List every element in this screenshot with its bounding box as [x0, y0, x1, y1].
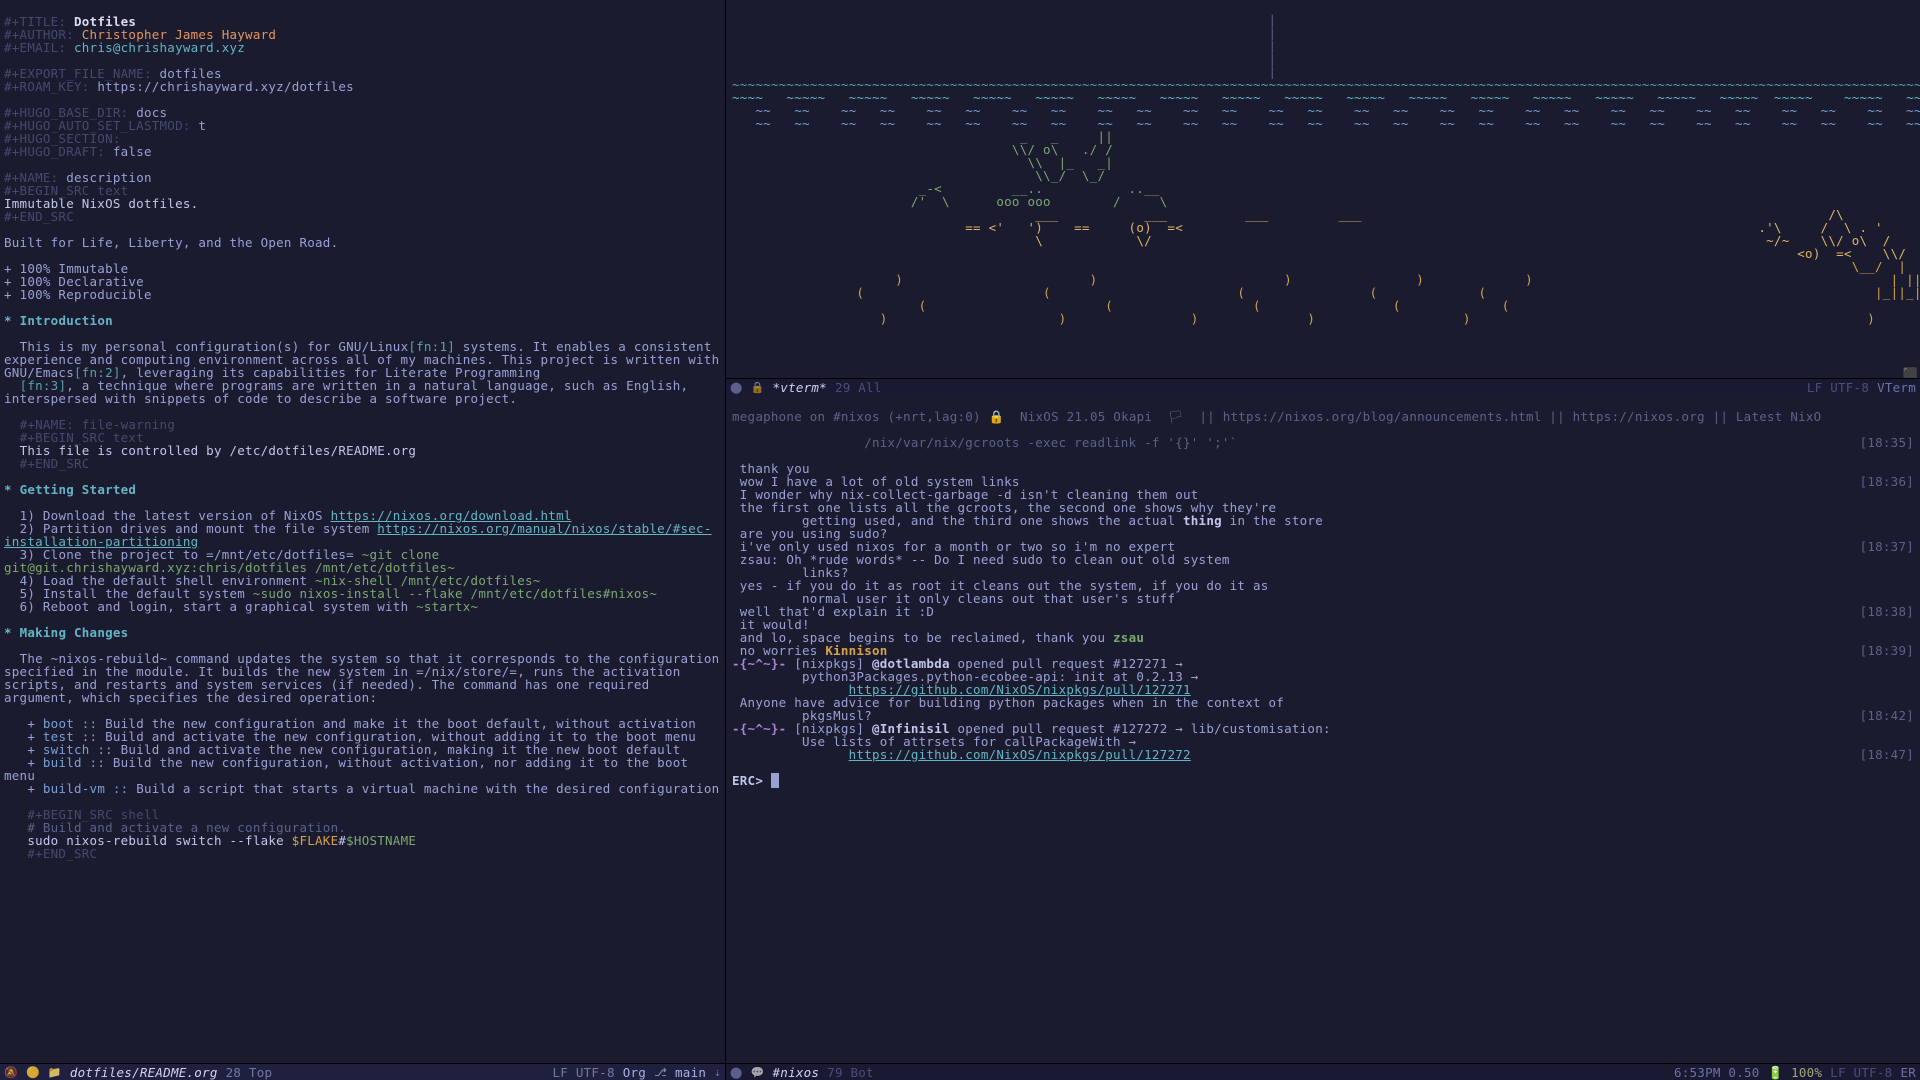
folder-icon: 📁	[48, 1066, 62, 1079]
download-icon: ⇣	[714, 1066, 721, 1079]
erc-line: and lo, space begins to be reclaimed, th…	[732, 631, 1914, 644]
heading-intro[interactable]: * Introduction	[4, 313, 113, 328]
major-mode: VTerm	[1877, 381, 1916, 394]
dot-icon: 🟡	[26, 1066, 40, 1079]
encoding: LF UTF-8	[1807, 381, 1869, 394]
clock: 6:53PM 0.50	[1674, 1066, 1760, 1079]
buffer-name: *vterm*	[773, 381, 827, 394]
org-email[interactable]: chris@chrishayward.xyz	[74, 40, 245, 55]
readme-pane[interactable]: #+TITLE: Dotfiles #+AUTHOR: Christopher …	[0, 0, 726, 1080]
modeline-readme[interactable]: 🔕 🟡 📁 dotfiles/README.org 28 Top LF UTF-…	[0, 1063, 725, 1080]
heading-getting-started[interactable]: * Getting Started	[4, 482, 136, 497]
erc-line: https://github.com/NixOS/nixpkgs/pull/12…	[732, 748, 1914, 761]
git-branch-icon: ⎇	[654, 1066, 667, 1079]
position-indicator: 28 Top	[226, 1066, 273, 1079]
modeline-erc[interactable]: ⬤ 💬 #nixos 79 Bot 6:53PM 0.50 🔋 100% LF …	[726, 1063, 1920, 1080]
erc-line: -{~^~}- [nixpkgs] @Infinisil opened pull…	[732, 722, 1914, 748]
emacs-frame: #+TITLE: Dotfiles #+AUTHOR: Christopher …	[0, 0, 1920, 1080]
erc-line: yes - if you do it as root it cleans out…	[732, 579, 1914, 605]
dot-icon: ⬤	[730, 381, 743, 394]
vterm-buffer[interactable]: | | |	[726, 0, 1920, 325]
modeline-vterm[interactable]: ⬤ 🔒 *vterm* 29 All LF UTF-8 VTerm	[726, 378, 1920, 395]
buffer-name: dotfiles/README.org	[70, 1066, 218, 1079]
major-mode: Org	[623, 1066, 646, 1079]
erc-line: zsau: Oh *rude words* -- Do I need sudo …	[732, 553, 1914, 579]
battery-icon: 🔋 100%	[1768, 1066, 1823, 1079]
end-src: #+END_SRC	[4, 209, 74, 224]
lock-icon: 🔒	[751, 381, 765, 394]
erc-line: the first one lists all the gcroots, the…	[732, 501, 1914, 527]
git-branch: main	[675, 1066, 706, 1079]
erc-line: well that'd explain it :D[18:38]	[732, 605, 1914, 618]
position-indicator: 79 Bot	[827, 1066, 874, 1079]
erc-buffer[interactable]: megaphone on #nixos (+nrt,lag:0) 🔒 NixOS…	[726, 395, 1920, 815]
readme-buffer[interactable]: #+TITLE: Dotfiles #+AUTHOR: Christopher …	[0, 0, 725, 875]
encoding: LF UTF-8	[553, 1066, 615, 1079]
buffer-name: #nixos	[773, 1066, 820, 1079]
position-indicator: 29 All	[835, 381, 882, 394]
erc-topic: megaphone on #nixos (+nrt,lag:0) 🔒 NixOS…	[732, 410, 1914, 423]
vterm-pane[interactable]: | | |	[726, 0, 1920, 395]
erc-line: -{~^~}- [nixpkgs] @dotlambda opened pull…	[732, 657, 1914, 683]
heading-making-changes[interactable]: * Making Changes	[4, 625, 128, 640]
erc-line: Anyone have advice for building python p…	[732, 696, 1914, 722]
chat-icon: 💬	[751, 1066, 765, 1079]
dot-icon: ⬤	[730, 1066, 743, 1079]
erc-pane[interactable]: megaphone on #nixos (+nrt,lag:0) 🔒 NixOS…	[726, 395, 1920, 1080]
encoding: LF UTF-8	[1830, 1066, 1892, 1079]
erc-prompt[interactable]: ERC>	[732, 774, 1914, 787]
major-mode: ER	[1900, 1066, 1916, 1079]
bell-off-icon: 🔕	[4, 1066, 18, 1079]
